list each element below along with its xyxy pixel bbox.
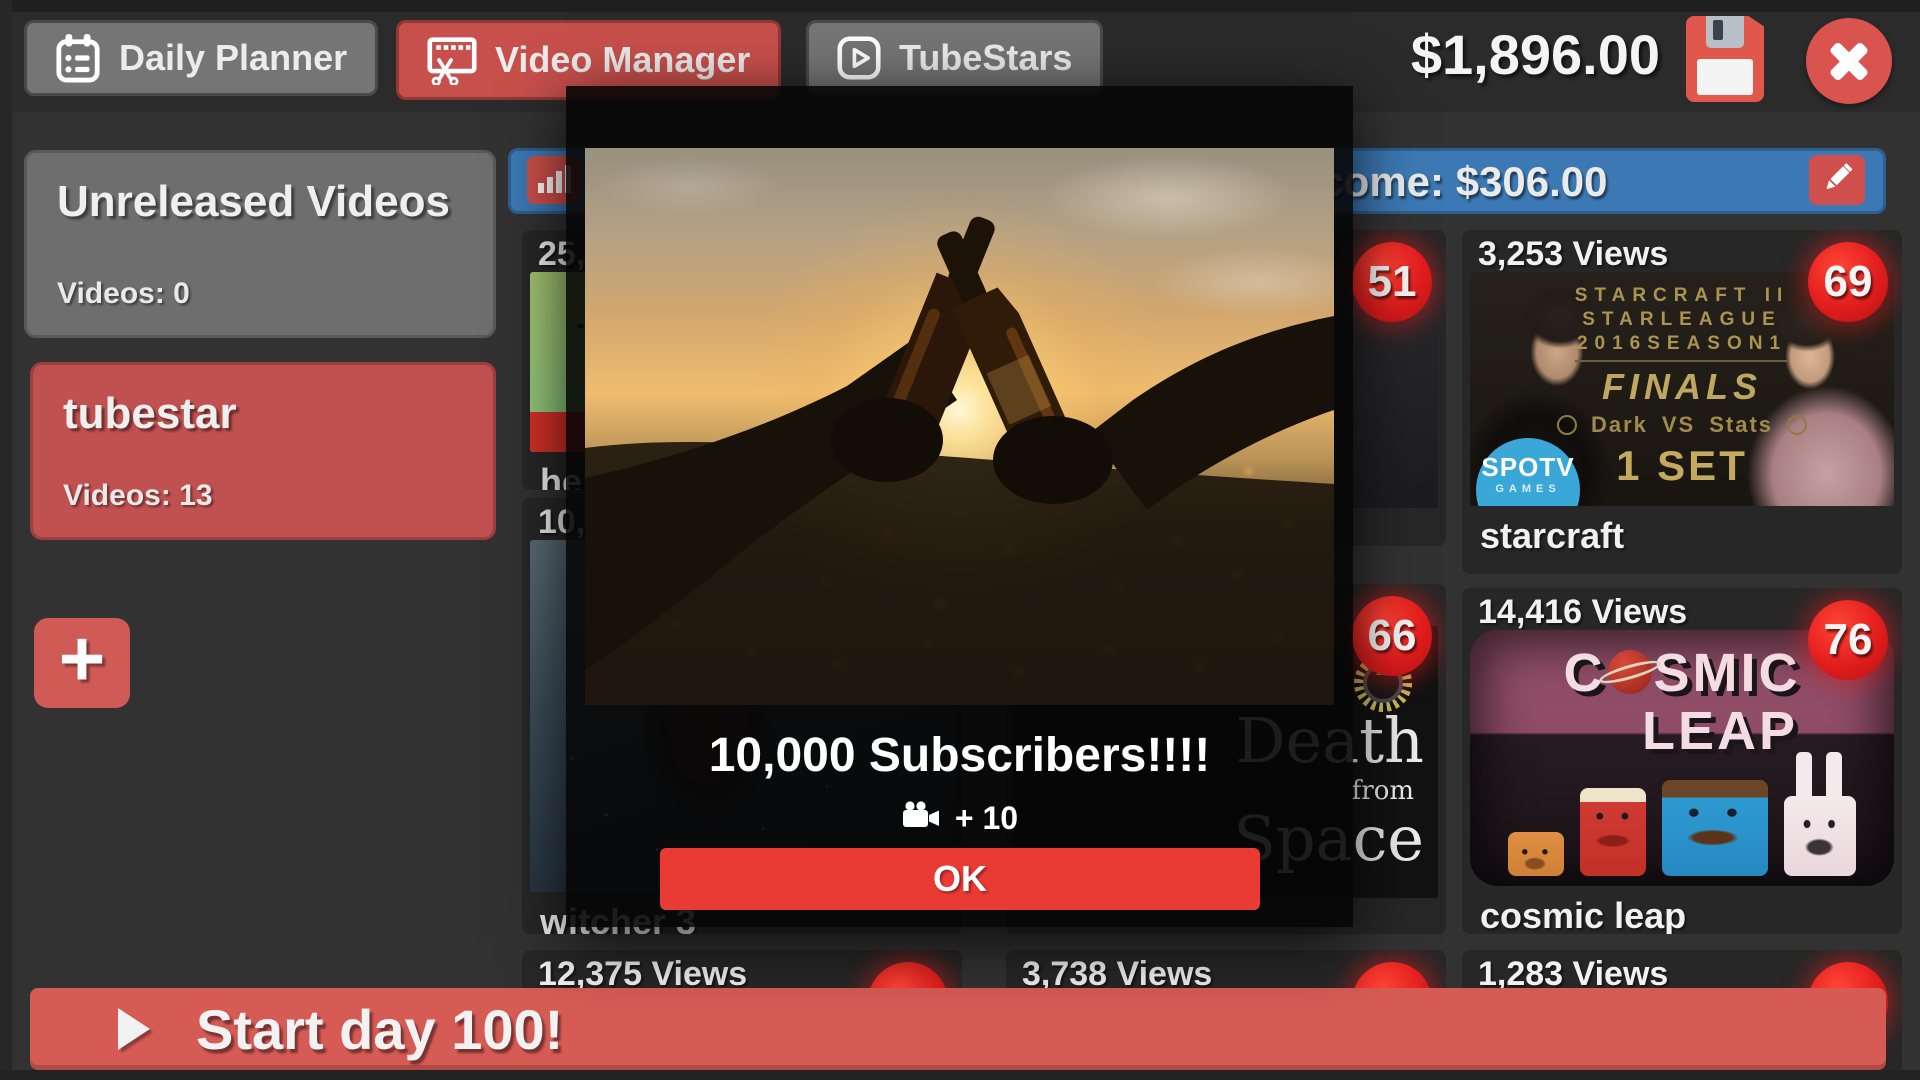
race-icon (1557, 415, 1577, 435)
plus-icon: + (59, 613, 106, 705)
tab-daily-planner[interactable]: Daily Planner (24, 20, 378, 96)
channel-video-count: Videos: 0 (57, 277, 463, 311)
video-score-badge: 69 (1808, 242, 1888, 322)
calendar-icon (55, 33, 101, 83)
left-edge-divider (0, 0, 12, 1080)
close-button[interactable] (1806, 18, 1892, 104)
start-day-label: Start day 100! (196, 997, 563, 1062)
reward-amount: + 10 (955, 800, 1018, 837)
video-score-badge: 76 (1808, 600, 1888, 680)
channel-video-count: Videos: 13 (63, 479, 463, 513)
top-edge-divider (0, 0, 1920, 12)
race-icon (1787, 415, 1807, 435)
tab-label: TubeStars (899, 37, 1072, 79)
channel-title: tubestar (63, 389, 463, 439)
money-display: $1,896.00 (1340, 22, 1660, 87)
edit-income-button[interactable] (1809, 155, 1865, 205)
video-score-badge: 66 (1352, 596, 1432, 676)
video-card-cosmic-leap[interactable]: 14,416 Views CSMIC LEAP cosmic leap 76 (1462, 588, 1902, 934)
voxel-rabbit (1784, 796, 1856, 876)
video-title: cosmic leap (1462, 886, 1902, 934)
video-title: starcraft (1462, 506, 1902, 557)
milestone-title: 10,000 Subscribers!!!! (566, 728, 1353, 783)
voxel-characters (1470, 780, 1894, 876)
channel-item-unreleased[interactable]: Unreleased Videos Videos: 0 (24, 150, 496, 338)
play-triangle-icon (118, 1008, 150, 1050)
tab-label: Video Manager (495, 39, 750, 81)
game-window: Daily Planner Video Manager TubeStars $1… (0, 0, 1920, 1080)
tab-tubestars[interactable]: TubeStars (806, 20, 1103, 96)
ok-button[interactable]: OK (660, 848, 1260, 910)
cheers-silhouette (585, 148, 1334, 705)
video-card-starcraft[interactable]: 3,253 Views STARCRAFT II STARLEAGUE 2016… (1462, 230, 1902, 574)
play-square-icon (837, 36, 881, 80)
channel-title: Unreleased Videos (57, 177, 463, 227)
film-scissors-icon (427, 35, 477, 85)
video-score-badge: 51 (1352, 242, 1432, 322)
save-button[interactable] (1686, 16, 1764, 102)
voxel-cat (1508, 832, 1564, 876)
milestone-photo (585, 148, 1334, 705)
milestone-dialog: 10,000 Subscribers!!!! + 10 OK (566, 86, 1353, 927)
thumbnail-text: STARCRAFT II STARLEAGUE 2016SEASON1 FINA… (1557, 284, 1807, 490)
planet-icon (1608, 650, 1652, 694)
voxel-blue-character (1662, 780, 1768, 876)
pencil-icon (1819, 160, 1855, 201)
tab-label: Daily Planner (119, 37, 347, 79)
bottom-edge-divider (0, 1070, 1920, 1080)
video-camera-icon (901, 800, 941, 837)
add-channel-button[interactable]: + (34, 618, 130, 708)
bokeh-lights (585, 148, 592, 155)
voxel-red-character (1580, 788, 1646, 876)
milestone-reward: + 10 (566, 800, 1353, 837)
channel-item-tubestar[interactable]: tubestar Videos: 13 (30, 362, 496, 540)
start-day-button[interactable]: Start day 100! (30, 988, 1886, 1070)
